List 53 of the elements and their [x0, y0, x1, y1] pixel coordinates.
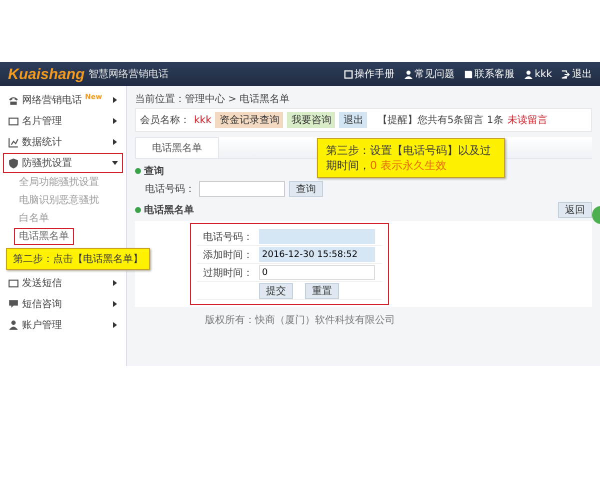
logo: Kuaishang: [8, 66, 85, 82]
step-callout: 第二步：点击【电话黑名单】: [6, 248, 150, 270]
product-name: 智慧网络营销电话: [88, 68, 169, 81]
card-icon: [8, 116, 19, 126]
header-link[interactable]: kkk: [524, 67, 552, 81]
logout-icon: [561, 70, 570, 78]
query-button[interactable]: 查询: [289, 181, 323, 197]
field-label: 添加时间：: [202, 248, 253, 262]
notice-text: 【提醒】您共有5条留言 1条: [377, 114, 504, 127]
form-input[interactable]: [259, 229, 375, 244]
copyright-text: 版权所有：快商（厦门）软件科技有限公司: [204, 314, 396, 327]
back-button[interactable]: 返回: [558, 202, 592, 218]
breadcrumb: 当前位置：管理中心 > 电话黑名单: [135, 92, 291, 107]
card-icon: [8, 278, 19, 288]
header-link[interactable]: 联系客服: [464, 67, 515, 81]
save-icon: [464, 70, 473, 78]
sidebar-item[interactable]: 发送短信: [3, 273, 123, 293]
submenu-item[interactable]: 电话黑名单: [14, 228, 74, 245]
member-button[interactable]: 退出: [339, 112, 368, 128]
bullet-icon: [135, 207, 141, 213]
field-label: 电话号码：: [202, 230, 253, 244]
section-title: 电话黑名单: [144, 204, 194, 217]
sidebar-item[interactable]: 短信咨询: [3, 294, 123, 314]
chart-icon: [8, 136, 19, 148]
form-input[interactable]: 2016-12-30 15:58:52: [259, 247, 375, 262]
form-button[interactable]: 提交: [259, 282, 293, 298]
unread-link[interactable]: 未读留言: [507, 113, 548, 127]
form-input[interactable]: 0: [259, 265, 375, 280]
shield-icon: [8, 158, 19, 168]
form-button[interactable]: 重置: [305, 282, 339, 298]
people-icon: [8, 320, 19, 330]
bullet-icon: [135, 168, 141, 174]
sidebar-item[interactable]: 防骚扰设置: [3, 153, 123, 173]
member-name: kkk: [194, 114, 212, 126]
sidebar-item[interactable]: 账户管理: [3, 315, 123, 335]
tab[interactable]: 电话黑名单: [135, 137, 219, 158]
section-title: 查询: [144, 164, 164, 178]
phone-icon: [8, 94, 19, 106]
sidebar-item[interactable]: 名片管理: [3, 111, 123, 131]
header-link[interactable]: 常见问题: [404, 67, 455, 81]
user-icon: [404, 70, 413, 78]
sidebar-item[interactable]: 数据统计: [3, 132, 123, 152]
member-label: 会员名称：: [140, 114, 190, 127]
chat-icon: [8, 298, 19, 310]
step-callout: 第三步：设置【电话号码】以及过期时间，0 表示永久生效: [317, 138, 505, 178]
header-link[interactable]: 退出: [561, 67, 592, 81]
header-link[interactable]: 操作手册: [344, 67, 395, 81]
user-icon: [524, 70, 533, 78]
field-label: 过期时间：: [202, 266, 253, 280]
phone-input[interactable]: [199, 181, 285, 197]
member-button[interactable]: 资金记录查询: [215, 112, 284, 128]
field-label: 电话号码：: [145, 182, 195, 196]
member-button[interactable]: 我要咨询: [287, 112, 336, 128]
